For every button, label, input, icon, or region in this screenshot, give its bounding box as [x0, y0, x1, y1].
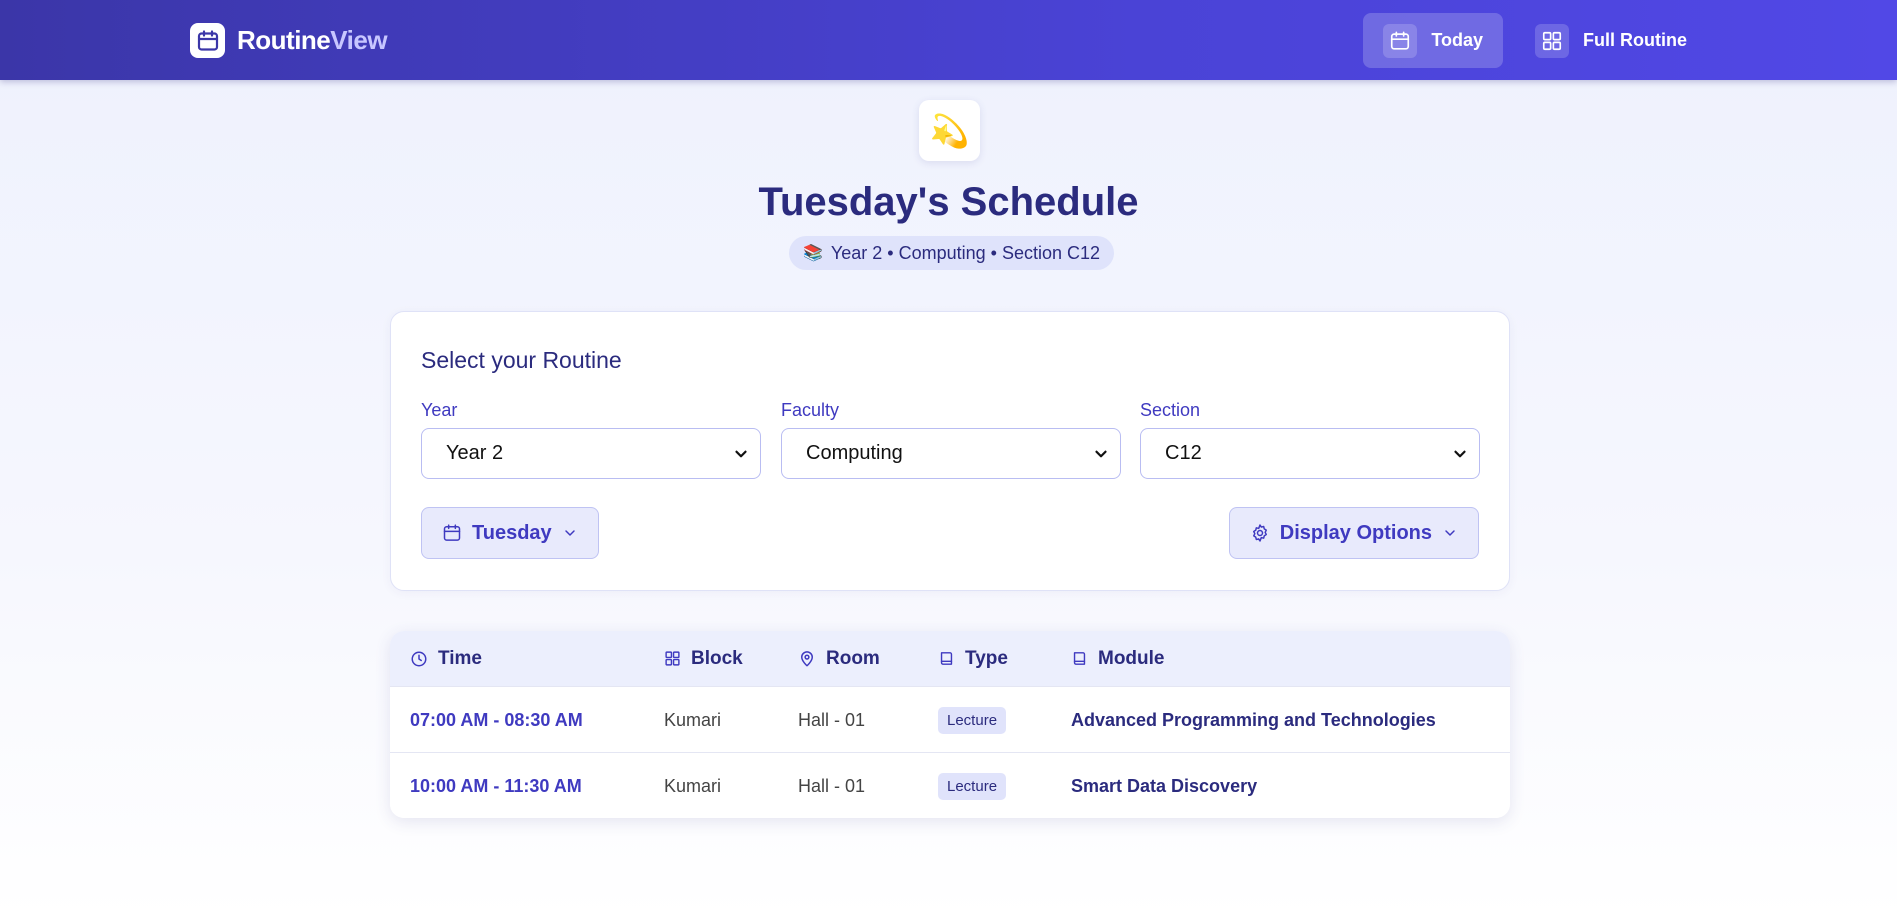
faculty-field: Faculty Computing [781, 400, 1121, 479]
cell-block: Kumari [664, 775, 722, 796]
cell-time: 10:00 AM - 11:30 AM [410, 775, 582, 796]
main-nav: Today Full Routine [1363, 13, 1707, 68]
section-field: Section C12 [1140, 400, 1480, 479]
year-select[interactable]: Year 2 [421, 428, 761, 479]
nav-today-button[interactable]: Today [1363, 13, 1504, 68]
year-label: Year [421, 400, 458, 420]
faculty-select[interactable]: Computing [781, 428, 1121, 479]
brand-name: RoutineView [237, 25, 388, 55]
header-type: Type [938, 631, 1008, 686]
day-picker-button[interactable]: Tuesday [421, 507, 599, 559]
cell-time: 07:00 AM - 08:30 AM [410, 709, 583, 730]
year-select-value: Year 2 [446, 442, 504, 464]
nav-full-routine-label: Full Routine [1583, 30, 1687, 50]
books-icon: 📚 [803, 245, 823, 262]
header-room: Room [798, 631, 880, 686]
table-header-row: Time Block Room Type Module [390, 631, 1510, 686]
grid-icon [1535, 23, 1570, 58]
top-navbar: RoutineView Today Full Routine [0, 0, 1897, 80]
faculty-select-value: Computing [806, 442, 903, 464]
cell-block: Kumari [664, 709, 722, 730]
header-block: Block [664, 631, 743, 686]
schedule-table: Time Block Room Type Module 07:00 AM - 0… [390, 631, 1510, 818]
type-badge: Lecture [938, 772, 1007, 800]
dizzy-star-icon: 💫 [929, 112, 970, 149]
chevron-down-icon [735, 450, 747, 457]
routine-selector-card: Select your Routine Year Year 2 Faculty … [390, 311, 1510, 591]
cell-module: Advanced Programming and Technologies [1071, 709, 1436, 730]
year-field: Year Year 2 [421, 400, 761, 479]
nav-today-label: Today [1431, 30, 1484, 50]
header-time: Time [410, 631, 482, 686]
book-icon [1073, 652, 1086, 665]
table-row[interactable]: 07:00 AM - 08:30 AM Kumari Hall - 01 Lec… [390, 686, 1510, 752]
cell-type: Lecture [938, 753, 1007, 818]
display-options-label: Display Options [1279, 521, 1432, 544]
map-pin-icon [801, 650, 813, 666]
cell-room: Hall - 01 [798, 709, 866, 730]
day-picker-label: Tuesday [472, 521, 552, 544]
book-icon [940, 652, 953, 665]
cell-type: Lecture [938, 687, 1007, 753]
chevron-down-icon [1445, 530, 1455, 536]
brand-logo[interactable]: RoutineView [190, 23, 388, 58]
chevron-down-icon [1454, 450, 1466, 457]
calendar-icon [1383, 23, 1418, 58]
day-emoji-box: 💫 [919, 100, 980, 161]
nav-full-routine-button[interactable]: Full Routine [1515, 13, 1707, 68]
card-title: Select your Routine [421, 347, 622, 373]
context-text: Year 2 • Computing • Section C12 [830, 242, 1101, 263]
cell-room: Hall - 01 [798, 775, 866, 796]
chevron-down-icon [564, 530, 575, 536]
clock-icon [411, 651, 427, 666]
calendar-icon [190, 23, 225, 58]
table-row[interactable]: 10:00 AM - 11:30 AM Kumari Hall - 01 Lec… [390, 752, 1510, 818]
grid-icon [665, 651, 680, 666]
cell-module: Smart Data Discovery [1071, 775, 1258, 796]
header-module: Module [1071, 631, 1165, 686]
type-badge: Lecture [938, 706, 1007, 734]
chevron-down-icon [1095, 450, 1107, 457]
calendar-icon [443, 524, 461, 541]
section-select-value: C12 [1165, 442, 1202, 464]
page-title: Tuesday's Schedule [758, 180, 1139, 224]
gear-icon [1252, 524, 1267, 542]
display-options-button[interactable]: Display Options [1228, 507, 1479, 559]
context-badge: 📚 Year 2 • Computing • Section C12 [789, 236, 1115, 270]
section-label: Section [1140, 400, 1201, 420]
section-select[interactable]: C12 [1140, 428, 1480, 479]
faculty-label: Faculty [781, 400, 840, 420]
